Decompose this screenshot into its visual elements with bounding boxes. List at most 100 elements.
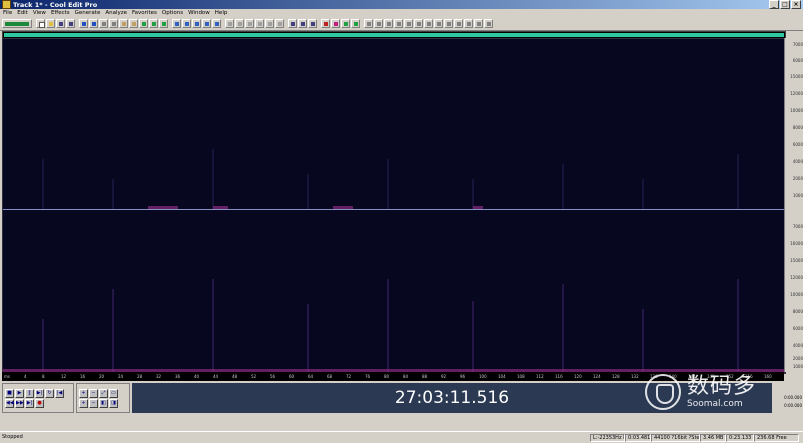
mix-paste-icon[interactable]: [129, 19, 138, 28]
play-button[interactable]: ▶: [15, 388, 24, 398]
stretch-icon[interactable]: [454, 19, 463, 28]
waveform-view-icon[interactable]: [192, 19, 201, 28]
loop-play-button[interactable]: ↻: [45, 388, 54, 398]
zoom-out-full-icon[interactable]: ⤢: [99, 388, 108, 398]
edit-tool-icon[interactable]: [202, 19, 211, 28]
eq-icon[interactable]: [404, 19, 413, 28]
title-bar: Track 1* - Cool Edit Pro _ □ ×: [0, 0, 803, 9]
go-to-beginning-button[interactable]: |◀: [55, 388, 64, 398]
normalize-icon[interactable]: [298, 19, 307, 28]
record-button[interactable]: ●: [35, 398, 44, 408]
pitch-icon[interactable]: [434, 19, 443, 28]
delete-icon[interactable]: [159, 19, 168, 28]
snap-icon[interactable]: [225, 19, 234, 28]
menu-effects[interactable]: Effects: [51, 10, 70, 16]
undo-icon[interactable]: [79, 19, 88, 28]
brush-icon[interactable]: [364, 19, 373, 28]
scrub-icon[interactable]: [265, 19, 274, 28]
new-file-icon[interactable]: [36, 19, 45, 28]
select-all-icon[interactable]: [149, 19, 158, 28]
overview-selection[interactable]: [4, 33, 784, 37]
time-label: 124: [593, 374, 601, 379]
zoom-in-vertical-icon[interactable]: +: [79, 398, 88, 408]
play-to-end-button[interactable]: ▶|: [35, 388, 44, 398]
copy-icon[interactable]: [109, 19, 118, 28]
spectral-view-icon[interactable]: [182, 19, 191, 28]
dynamics-icon[interactable]: [464, 19, 473, 28]
bottom-channel-spikes: [42, 279, 739, 373]
ruler-label: 4000: [792, 159, 803, 164]
time-label: 20: [99, 374, 105, 379]
marker-icon[interactable]: [235, 19, 244, 28]
ruler-label: 1000: [792, 193, 803, 198]
minimize-button[interactable]: _: [769, 0, 779, 9]
menu-analyze[interactable]: Analyze: [105, 10, 127, 16]
time-label: 96: [460, 374, 466, 379]
tempo-icon[interactable]: [444, 19, 453, 28]
frequency-icon[interactable]: [351, 19, 360, 28]
zoom-to-left-icon[interactable]: ◧: [99, 398, 108, 408]
rewind-button[interactable]: ◀◀: [5, 398, 14, 408]
cue-icon[interactable]: [245, 19, 254, 28]
wand-icon[interactable]: [384, 19, 393, 28]
time-label: 80: [384, 374, 390, 379]
amplify-icon[interactable]: [288, 19, 297, 28]
flag-icon[interactable]: [321, 19, 330, 28]
zoom-out-vertical-icon[interactable]: −: [89, 398, 98, 408]
ruler-label: 12000: [790, 91, 803, 96]
cut-icon[interactable]: [99, 19, 108, 28]
time-label: 132: [631, 374, 639, 379]
menu-view[interactable]: View: [33, 10, 46, 16]
time-label: 116: [555, 374, 563, 379]
menu-generate[interactable]: Generate: [75, 10, 101, 16]
save-all-icon[interactable]: [66, 19, 75, 28]
multitrack-icon[interactable]: [212, 19, 221, 28]
pause-button[interactable]: ‖: [25, 388, 34, 398]
menu-file[interactable]: File: [3, 10, 12, 16]
fast-forward-button[interactable]: ▶▶: [15, 398, 24, 408]
menu-edit[interactable]: Edit: [17, 10, 28, 16]
menu-window[interactable]: Window: [188, 10, 210, 16]
zoom-selection-icon[interactable]: ▭: [109, 388, 118, 398]
loop-icon[interactable]: [255, 19, 264, 28]
time-label: 16: [80, 374, 86, 379]
chart-icon[interactable]: [331, 19, 340, 28]
status-level: L:-22353Hz R: [590, 433, 625, 442]
maximize-button[interactable]: □: [780, 0, 790, 9]
go-to-end-button[interactable]: ▶|: [25, 398, 34, 408]
envelope-icon[interactable]: [172, 19, 181, 28]
ruler-label: 4000: [792, 343, 803, 348]
trim-icon[interactable]: [139, 19, 148, 28]
filter-icon[interactable]: [308, 19, 317, 28]
zoom-in-horizontal-icon[interactable]: +: [79, 388, 88, 398]
noise-reduction-icon[interactable]: [394, 19, 403, 28]
redo-icon[interactable]: [89, 19, 98, 28]
menu-help[interactable]: Help: [215, 10, 228, 16]
script-icon[interactable]: [484, 19, 493, 28]
reverb-icon[interactable]: [414, 19, 423, 28]
menu-options[interactable]: Options: [162, 10, 183, 16]
time-label: 128: [612, 374, 620, 379]
menu-favorites[interactable]: Favorites: [132, 10, 157, 16]
time-label: 60: [289, 374, 295, 379]
paste-icon[interactable]: [119, 19, 128, 28]
stop-button[interactable]: ■: [5, 388, 14, 398]
zoom-to-right-icon[interactable]: ◨: [109, 398, 118, 408]
time-label: 12: [61, 374, 67, 379]
save-icon[interactable]: [56, 19, 65, 28]
mode-toggle-button[interactable]: [2, 19, 32, 28]
time-label: 52: [251, 374, 257, 379]
close-button[interactable]: ×: [791, 0, 801, 9]
time-label: 24: [118, 374, 124, 379]
ruler-label: 6000: [792, 142, 803, 147]
zoom-out-horizontal-icon[interactable]: −: [89, 388, 98, 398]
open-folder-icon[interactable]: [46, 19, 55, 28]
delay-icon[interactable]: [424, 19, 433, 28]
crossfade-icon[interactable]: [275, 19, 284, 28]
stats-icon[interactable]: [341, 19, 350, 28]
pencil-icon[interactable]: [374, 19, 383, 28]
time-label: 68: [327, 374, 333, 379]
batch-icon[interactable]: [474, 19, 483, 28]
ruler-label: 6000: [792, 326, 803, 331]
waveform-display[interactable]: [2, 38, 786, 374]
